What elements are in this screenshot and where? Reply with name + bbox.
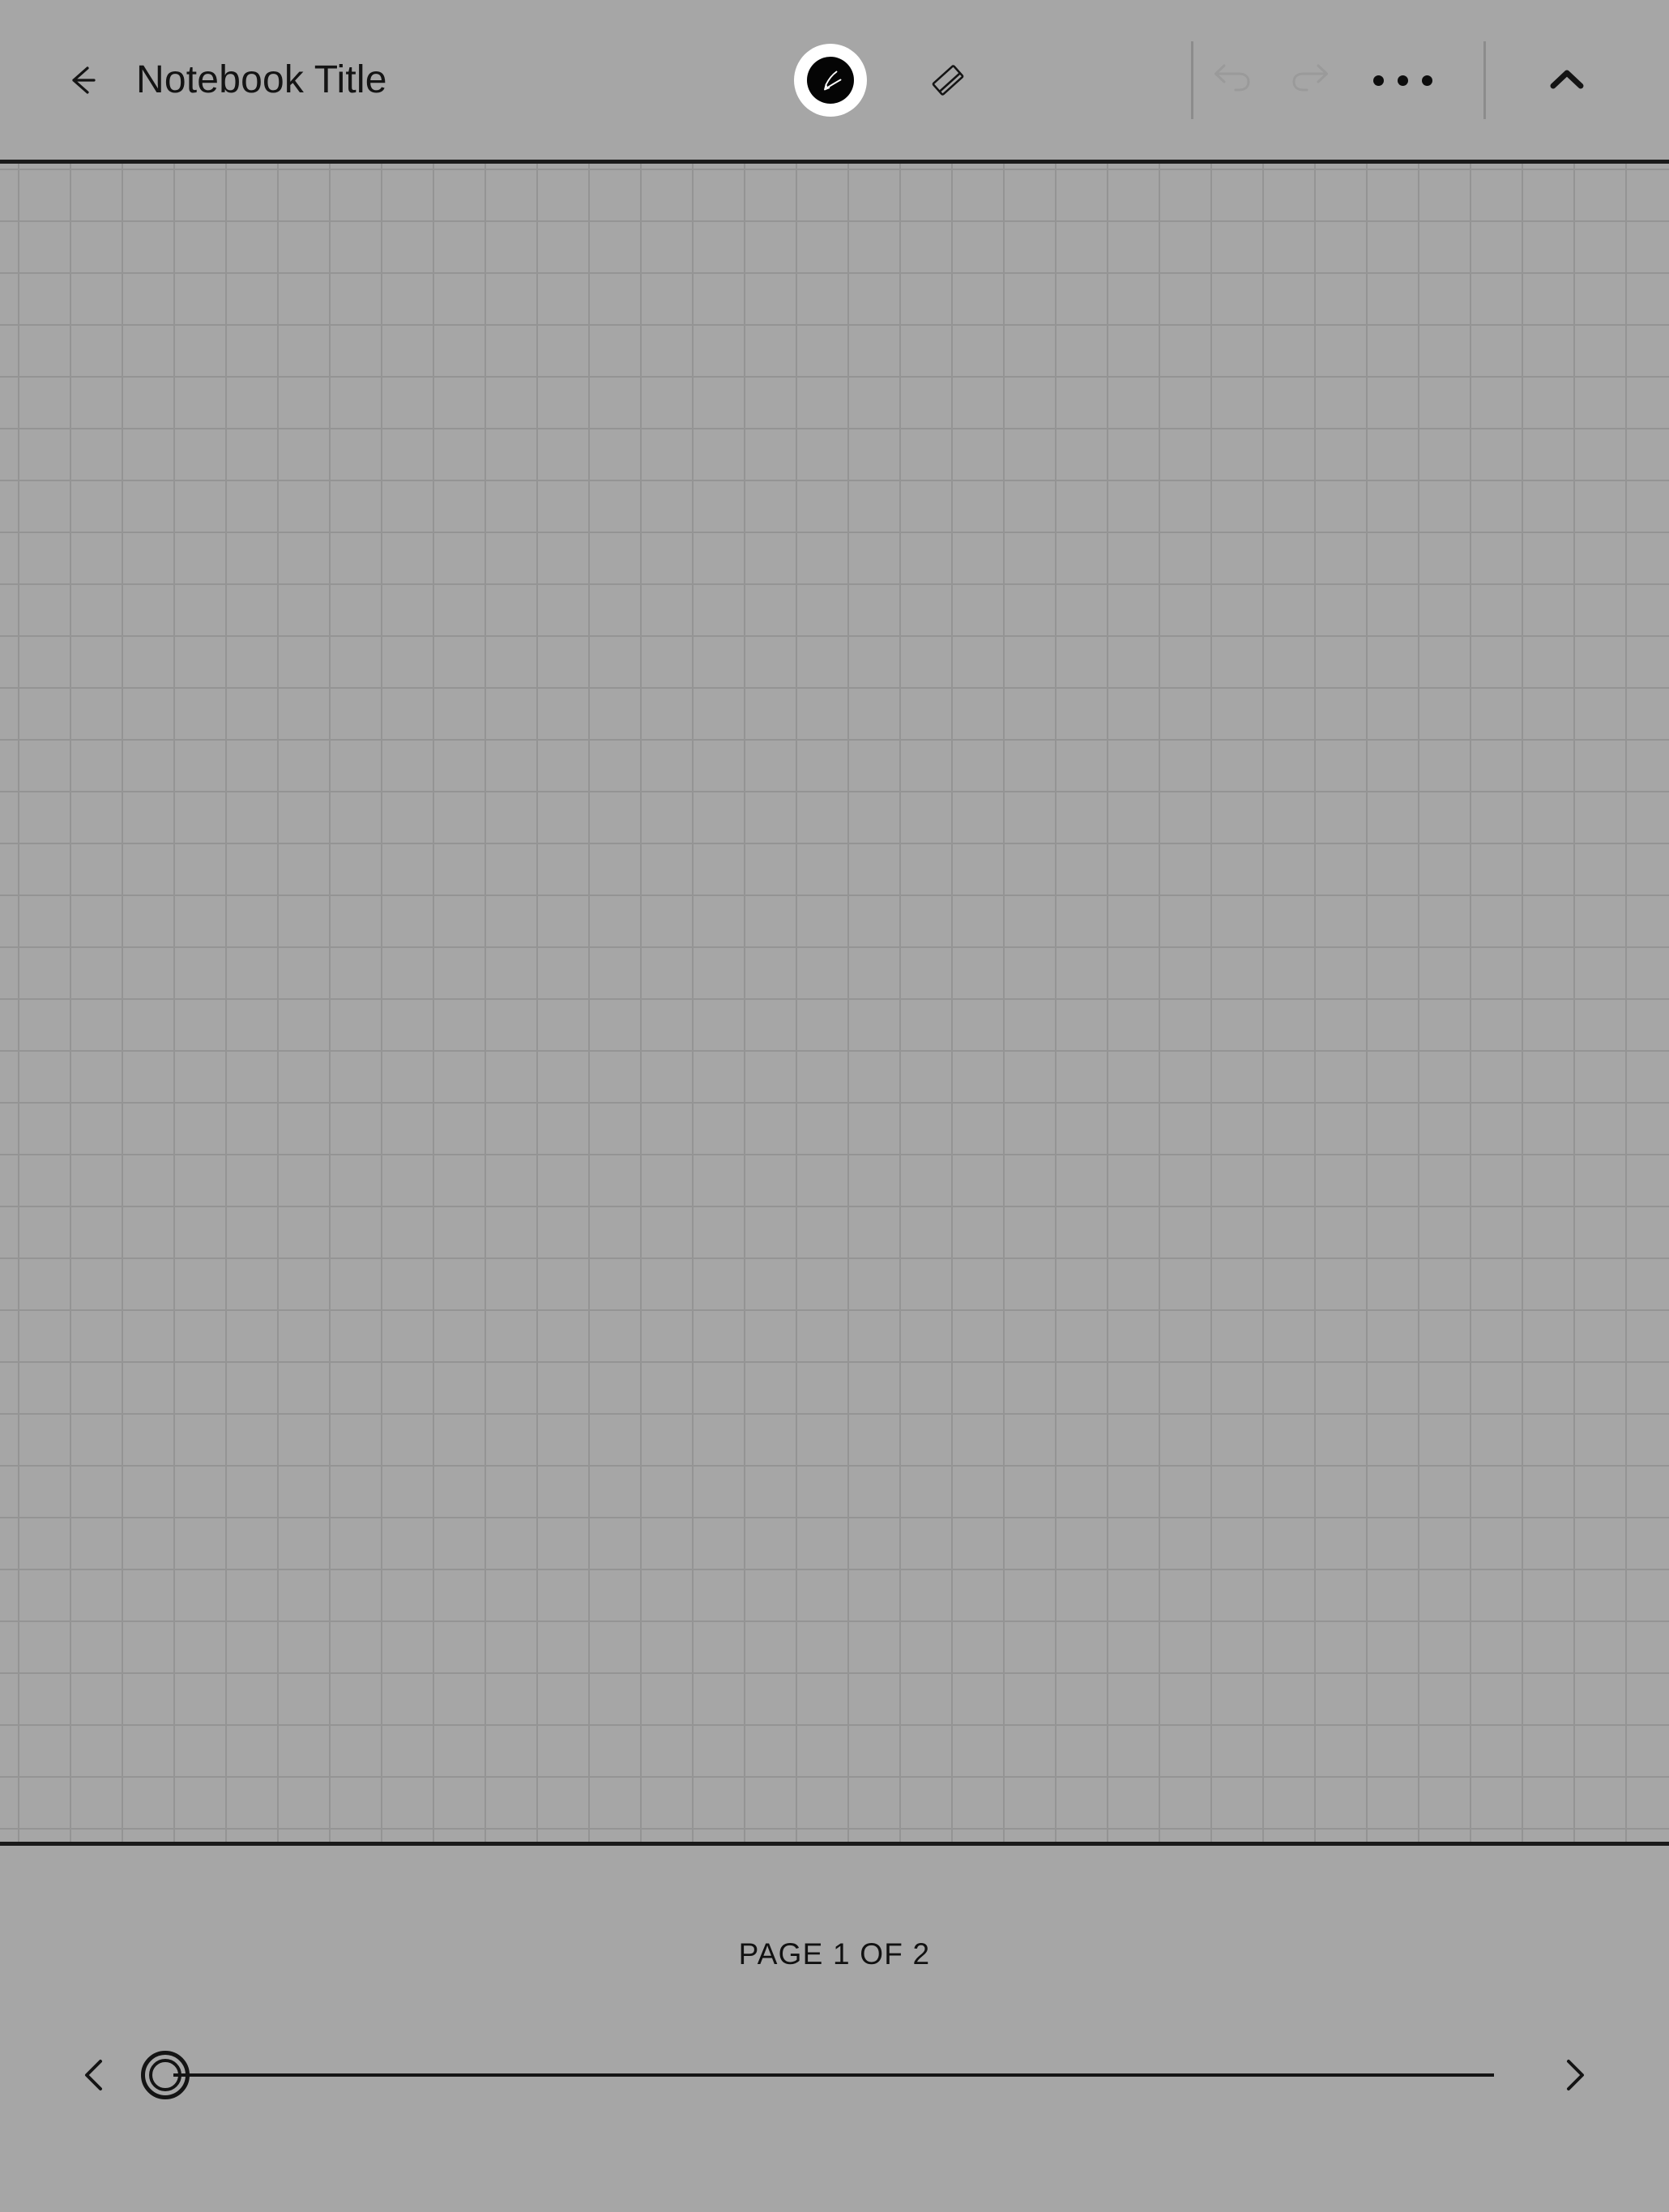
page-slider-track[interactable] xyxy=(173,2073,1494,2077)
notebook-title: Notebook Title xyxy=(136,58,387,101)
page-footer: PAGE 1 OF 2 xyxy=(0,1850,1669,2212)
chevron-left-icon xyxy=(85,2060,102,2090)
page-slider-thumb[interactable] xyxy=(141,2051,190,2099)
chevron-up-icon xyxy=(1550,70,1584,89)
pen-icon xyxy=(824,70,842,91)
page-slider[interactable] xyxy=(141,2039,1528,2112)
toolbar-actions xyxy=(1191,15,1669,146)
page-navigation xyxy=(0,2026,1669,2124)
undo-icon xyxy=(1214,64,1250,92)
pen-tool[interactable] xyxy=(794,44,867,117)
redo-button[interactable] xyxy=(1271,41,1349,119)
eraser-icon xyxy=(932,65,964,96)
collapse-toolbar-button[interactable] xyxy=(1528,41,1606,119)
toolbar-divider-right xyxy=(1483,41,1486,119)
more-dots-icon xyxy=(1372,75,1432,86)
pen-tool-selected-indicator xyxy=(807,57,854,104)
eraser-tool[interactable] xyxy=(911,44,984,117)
redo-icon xyxy=(1292,64,1328,92)
notebook-header: Notebook Title xyxy=(63,0,387,160)
next-page-button[interactable] xyxy=(1541,2039,1606,2112)
more-button[interactable] xyxy=(1364,41,1441,119)
top-toolbar: Notebook Title xyxy=(0,0,1669,164)
previous-page-button[interactable] xyxy=(63,2039,128,2112)
notebook-canvas[interactable] xyxy=(0,164,1669,1846)
drawing-tools xyxy=(794,15,984,146)
arrow-left-icon xyxy=(72,66,96,94)
back-button[interactable] xyxy=(63,55,113,105)
chevron-right-icon xyxy=(1567,2060,1584,2090)
undo-button[interactable] xyxy=(1193,41,1271,119)
page-indicator: PAGE 1 OF 2 xyxy=(738,1937,931,1971)
